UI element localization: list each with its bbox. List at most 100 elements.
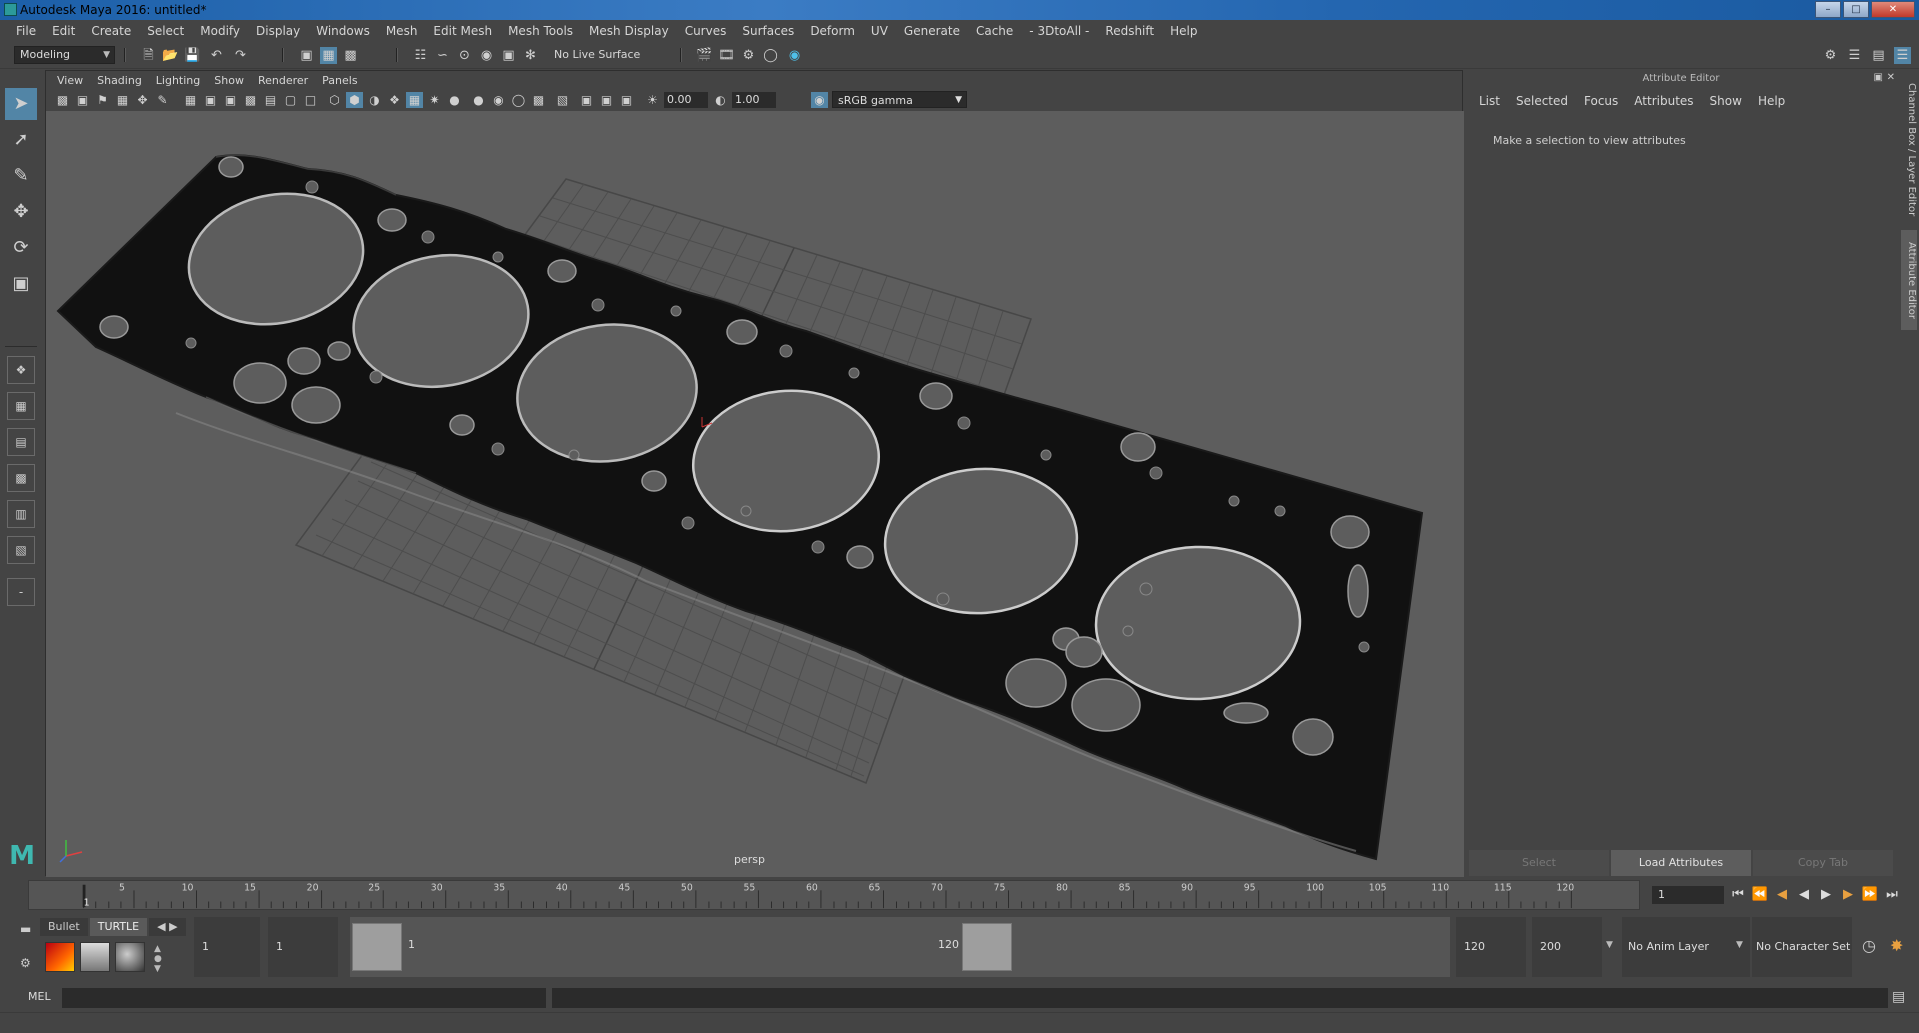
ae-menu-show[interactable]: Show xyxy=(1702,94,1750,108)
save-scene-icon[interactable]: 💾 xyxy=(184,47,201,64)
shelf-scroll-arrows-icon[interactable]: ▲ ● ▼ xyxy=(154,944,162,974)
undo-icon[interactable]: ↶ xyxy=(208,47,225,64)
step-back-key-icon[interactable]: ⏪ xyxy=(1750,885,1770,905)
playback-start-field[interactable]: 1 xyxy=(268,917,338,977)
use-default-material-icon[interactable]: ◑ xyxy=(366,92,383,108)
wireframe-icon[interactable]: ⬡ xyxy=(326,92,343,108)
snap-view-plane-icon[interactable]: ◉ xyxy=(478,47,495,64)
panel-menu-show[interactable]: Show xyxy=(207,74,251,87)
redo-icon[interactable]: ↷ xyxy=(232,47,249,64)
script-editor-icon[interactable]: ▤ xyxy=(1892,989,1905,1005)
playback-end-field[interactable]: 120 xyxy=(1456,917,1526,977)
bookmark-icon[interactable]: ⚑ xyxy=(94,92,111,108)
hypershade-layout-icon[interactable]: ▧ xyxy=(7,536,35,564)
ae-menu-list[interactable]: List xyxy=(1471,94,1508,108)
ae-menu-attributes[interactable]: Attributes xyxy=(1626,94,1701,108)
menu-edit-mesh[interactable]: Edit Mesh xyxy=(425,24,500,38)
select-button[interactable]: Select xyxy=(1469,850,1609,876)
attribute-editor-toggle-icon[interactable]: ☰ xyxy=(1846,47,1863,64)
tool-settings-icon[interactable]: ▤ xyxy=(1870,47,1887,64)
menu-modify[interactable]: Modify xyxy=(192,24,248,38)
four-view-layout-icon[interactable]: ▦ xyxy=(7,392,35,420)
grease-pencil-icon[interactable]: ✎ xyxy=(154,92,171,108)
tab-channel-box-layer-editor[interactable]: Channel Box / Layer Editor xyxy=(1901,80,1917,220)
select-component-icon[interactable]: ▩ xyxy=(342,47,359,64)
menu-surfaces[interactable]: Surfaces xyxy=(734,24,802,38)
ae-menu-focus[interactable]: Focus xyxy=(1576,94,1626,108)
select-hierarchy-icon[interactable]: ▣ xyxy=(298,47,315,64)
menu-generate[interactable]: Generate xyxy=(896,24,968,38)
animation-preferences-icon[interactable]: ✸ xyxy=(1890,936,1903,955)
panel-menu-shading[interactable]: Shading xyxy=(90,74,149,87)
camera-attributes-icon[interactable]: ▣ xyxy=(74,92,91,108)
persp-graph-layout-icon[interactable]: ▩ xyxy=(7,464,35,492)
make-live-icon[interactable]: ✻ xyxy=(522,47,539,64)
use-all-lights-icon[interactable]: ✷ xyxy=(426,92,443,108)
close-button[interactable]: ✕ xyxy=(1871,1,1915,18)
shadows-icon[interactable]: ● xyxy=(446,92,463,108)
chevron-down-icon[interactable]: ▼ xyxy=(1606,940,1613,950)
exposure-field[interactable]: 0.00 xyxy=(664,92,708,108)
menu-uv[interactable]: UV xyxy=(863,24,896,38)
render-settings-icon[interactable]: ⚙ xyxy=(740,47,757,64)
scale-tool-icon[interactable]: ▣ xyxy=(5,268,37,300)
exposure-icon[interactable]: ☀ xyxy=(644,92,661,108)
turtle-render-icon[interactable] xyxy=(45,942,75,972)
character-set-select[interactable]: No Character Set xyxy=(1752,917,1852,977)
animation-start-field[interactable]: 1 xyxy=(194,917,260,977)
shelf-settings-icon[interactable]: ⚙ xyxy=(20,956,31,970)
anim-layer-select[interactable]: No Anim Layer xyxy=(1622,917,1750,977)
move-tool-icon[interactable]: ✥ xyxy=(5,196,37,228)
perspective-viewport[interactable]: persp xyxy=(46,111,1464,877)
menu-set-select[interactable]: Modeling ▼ xyxy=(14,46,115,64)
load-attributes-button[interactable]: Load Attributes xyxy=(1611,850,1751,876)
menu-mesh[interactable]: Mesh xyxy=(378,24,426,38)
step-back-frame-icon[interactable]: ◀ xyxy=(1772,885,1792,905)
time-ruler[interactable]: 5 10 15 20 25 30 35 40 45 50 55 60 65 70 75 80 85 90 95 100… xyxy=(28,880,1640,910)
outliner-persp-graph-layout-icon[interactable]: ▥ xyxy=(7,500,35,528)
render-view-icon[interactable]: ◉ xyxy=(786,47,803,64)
minimize-button[interactable]: – xyxy=(1815,1,1841,18)
menu-mesh-tools[interactable]: Mesh Tools xyxy=(500,24,581,38)
range-end-handle[interactable] xyxy=(962,923,1012,971)
textured-icon[interactable]: ▦ xyxy=(406,92,423,108)
persp-outliner-layout-icon[interactable]: ▤ xyxy=(7,428,35,456)
two-d-pan-zoom-icon[interactable]: ✥ xyxy=(134,92,151,108)
turtle-bake-icon[interactable] xyxy=(80,942,110,972)
smooth-shade-icon[interactable]: ⬢ xyxy=(346,92,363,108)
snap-surface-icon[interactable]: ▣ xyxy=(500,47,517,64)
tab-attribute-editor[interactable]: Attribute Editor xyxy=(1901,230,1917,330)
custom-layout-icon[interactable]: - xyxy=(7,578,35,606)
chevron-down-icon[interactable]: ▼ xyxy=(1736,940,1743,950)
select-camera-icon[interactable]: ▩ xyxy=(54,92,71,108)
menu-cache[interactable]: Cache xyxy=(968,24,1021,38)
select-object-icon[interactable]: ▦ xyxy=(320,47,337,64)
shelf-tab-bullet[interactable]: Bullet xyxy=(40,918,88,936)
shelf-scroll-icon[interactable]: ◀ ▶ xyxy=(149,918,186,936)
auto-key-icon[interactable]: ◷ xyxy=(1862,936,1876,955)
paint-select-tool-icon[interactable]: ✎ xyxy=(5,160,37,192)
menu-redshift[interactable]: Redshift xyxy=(1097,24,1162,38)
menu-curves[interactable]: Curves xyxy=(677,24,735,38)
float-panel-icon[interactable]: ▣ xyxy=(1874,72,1883,83)
menu-deform[interactable]: Deform xyxy=(802,24,863,38)
grid-icon[interactable]: ▦ xyxy=(182,92,199,108)
screen-space-ao-icon[interactable]: ● xyxy=(470,92,487,108)
ae-menu-selected[interactable]: Selected xyxy=(1508,94,1576,108)
animation-end-field[interactable]: 200 xyxy=(1532,917,1602,977)
menu-select[interactable]: Select xyxy=(139,24,192,38)
range-start-handle[interactable] xyxy=(352,923,402,971)
menu-display[interactable]: Display xyxy=(248,24,308,38)
view-transform-select[interactable]: sRGB gamma ▼ xyxy=(832,91,967,108)
panel-menu-panels[interactable]: Panels xyxy=(315,74,364,87)
command-input[interactable] xyxy=(62,988,546,1008)
ae-menu-help[interactable]: Help xyxy=(1750,94,1793,108)
lasso-tool-icon[interactable]: ➚ xyxy=(5,124,37,156)
script-language-label[interactable]: MEL xyxy=(28,990,51,1003)
film-gate-icon[interactable]: ▣ xyxy=(202,92,219,108)
xray-icon[interactable]: ▣ xyxy=(578,92,595,108)
new-scene-icon[interactable]: 🗎 xyxy=(140,47,157,64)
step-forward-frame-icon[interactable]: ▶ xyxy=(1838,885,1858,905)
single-perspective-layout-icon[interactable]: ❖ xyxy=(7,356,35,384)
time-slider[interactable]: 5 10 15 20 25 30 35 40 45 50 55 60 65 70 75 80 85 90 95 100… xyxy=(0,878,1919,914)
